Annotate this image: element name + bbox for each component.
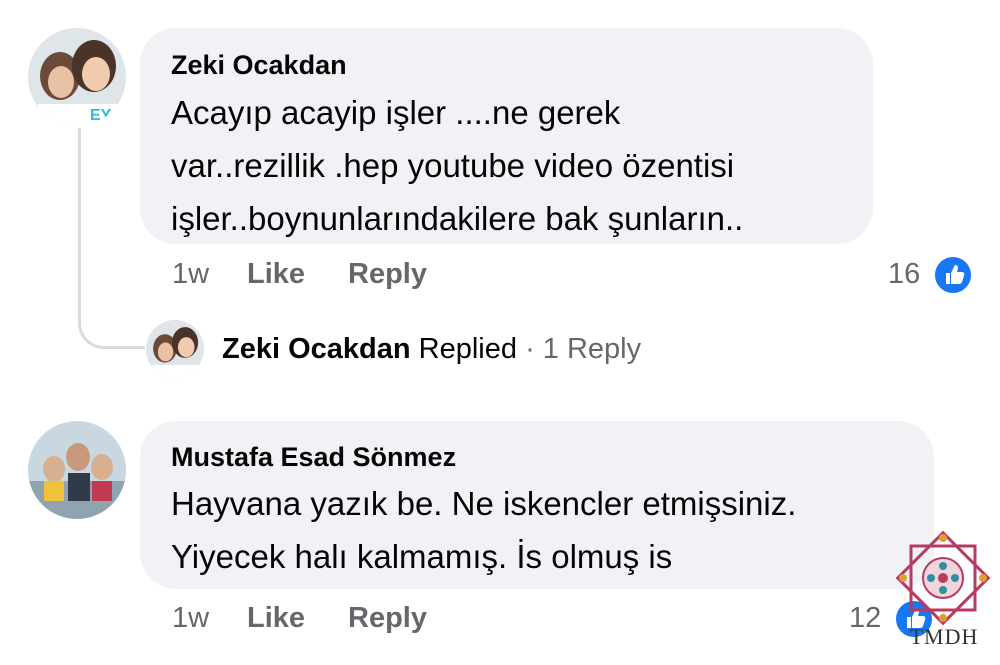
reply-button[interactable]: Reply	[348, 602, 427, 635]
like-button[interactable]: Like	[247, 258, 305, 291]
comment-text-line: Hayvana yazık be. Ne iskencler etmişsini…	[171, 485, 797, 522]
comment-text: Hayvana yazık be. Ne iskencler etmişsini…	[171, 477, 796, 583]
like-button-label: Like	[247, 258, 306, 290]
comment-text-line: Acayıp acayip işler ....ne gerek	[171, 94, 621, 131]
svg-text:EY: EY	[90, 107, 112, 124]
comment-author[interactable]: Mustafa Esad Sönmez	[171, 442, 456, 473]
comment-author[interactable]: Zeki Ocakdan	[171, 50, 347, 81]
reply-button[interactable]: Reply	[348, 258, 427, 291]
like-button[interactable]: Like	[247, 602, 305, 635]
reaction-count[interactable]: 12	[849, 602, 881, 635]
replies-summary-separator: ·	[525, 333, 535, 365]
comment-text-line: Yiyecek halı kalmamış. İs olmuş is	[171, 538, 673, 575]
replies-summary-count: 1 Reply	[542, 333, 642, 365]
comment-time[interactable]: 1w	[172, 258, 209, 291]
watermark-logo: TMDH	[893, 528, 993, 658]
comment-text-line: işler..boynunlarındakilere bak şunların.…	[171, 200, 744, 237]
reaction-count[interactable]: 16	[888, 258, 920, 291]
comment-time[interactable]: 1w	[172, 602, 209, 635]
watermark-text: TMDH	[909, 624, 979, 649]
like-button-label: Like	[247, 602, 306, 634]
replies-summary-author: Zeki Ocakdan	[222, 333, 411, 365]
avatar-photo-icon	[28, 421, 126, 519]
avatar-photo-icon	[146, 320, 204, 378]
reply-avatar[interactable]	[146, 320, 204, 378]
comment-bubble: Mustafa Esad Sönmez Hayvana yazık be. Ne…	[140, 421, 934, 589]
comment-bubble: Zeki Ocakdan Acayıp acayip işler ....ne …	[140, 28, 873, 244]
avatar[interactable]: EY	[28, 28, 126, 126]
thread-connector-line	[78, 128, 145, 349]
ornament-icon	[895, 530, 991, 626]
avatar[interactable]	[28, 421, 126, 519]
replies-summary-link[interactable]: Zeki Ocakdan Replied · 1 Reply	[222, 333, 641, 366]
comment-text: Acayıp acayip işler ....ne gerek var..re…	[171, 86, 743, 245]
like-thumb-icon	[932, 254, 974, 296]
reply-button-label: Reply	[348, 258, 427, 290]
replies-summary-action: Replied	[418, 333, 517, 365]
reply-button-label: Reply	[348, 602, 427, 634]
comment-text-line: var..rezillik .hep youtube video özentis…	[171, 147, 735, 184]
avatar-photo-icon: EY	[28, 28, 126, 126]
